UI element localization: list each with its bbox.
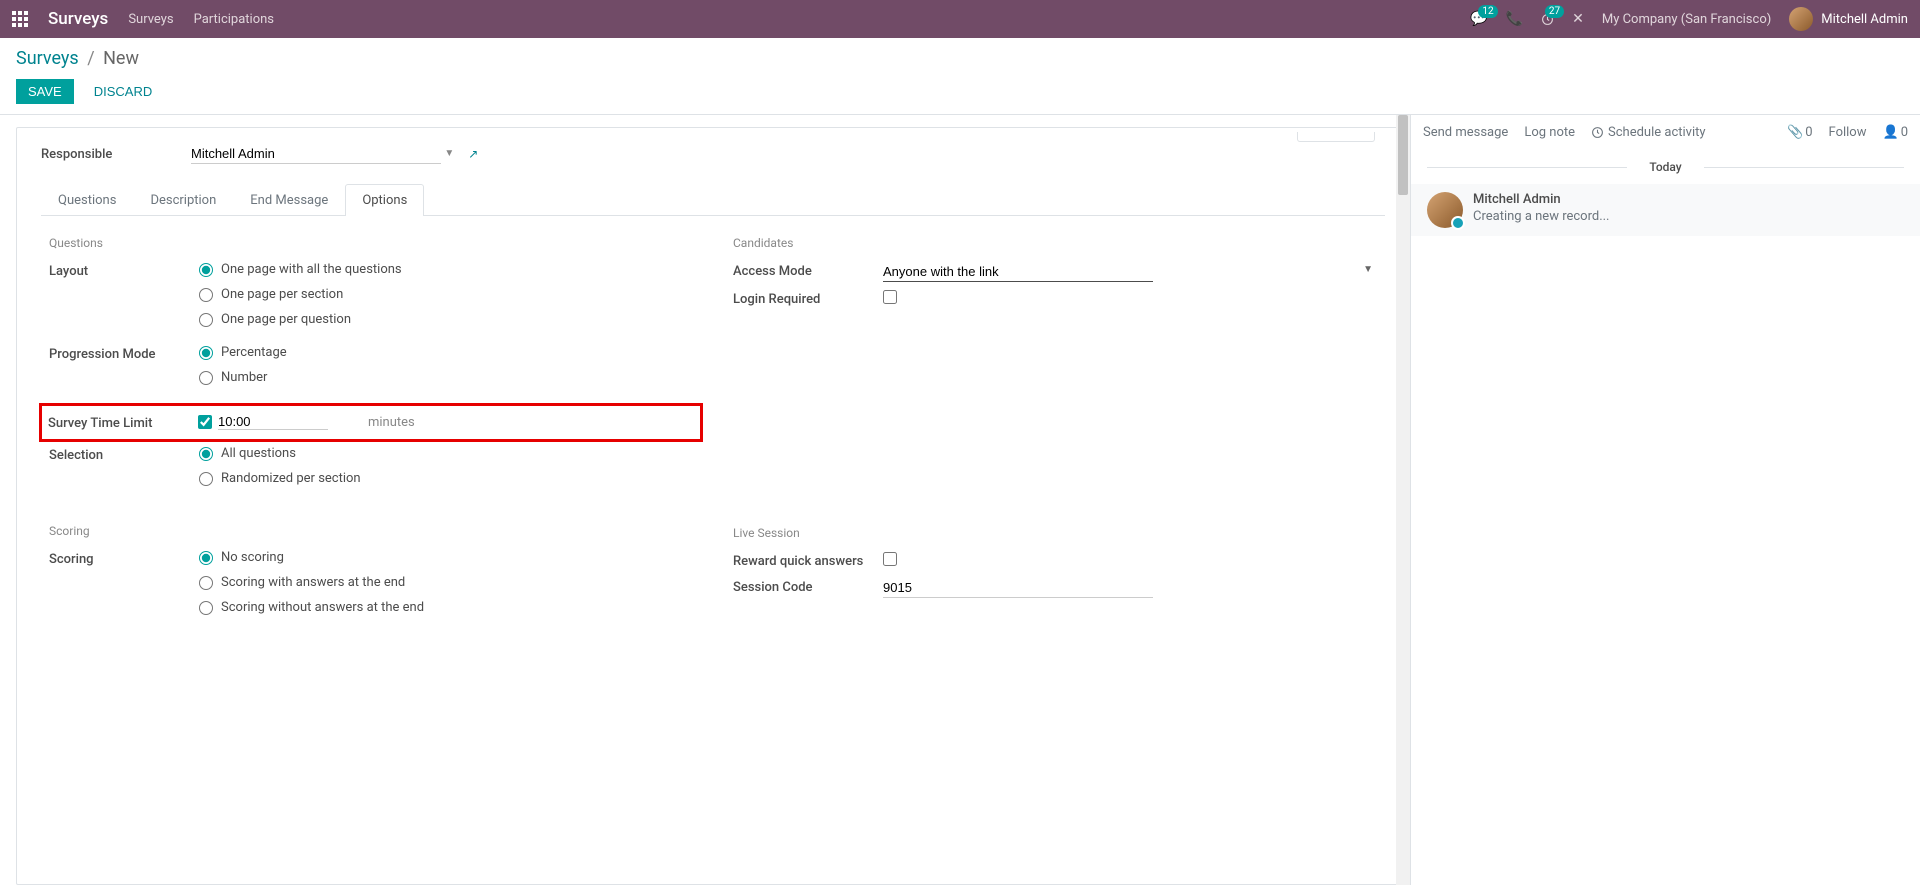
breadcrumb-root[interactable]: Surveys bbox=[16, 48, 79, 69]
access-mode-label: Access Mode bbox=[733, 262, 883, 279]
activities-icon[interactable]: 27 bbox=[1541, 11, 1554, 27]
send-message-button[interactable]: Send message bbox=[1423, 125, 1508, 140]
selection-label: Selection bbox=[49, 446, 199, 463]
attachments-count[interactable]: 📎0 bbox=[1787, 125, 1813, 140]
app-brand[interactable]: Surveys bbox=[48, 9, 108, 29]
user-avatar bbox=[1789, 7, 1813, 31]
image-placeholder bbox=[1297, 132, 1375, 142]
progression-option-1[interactable]: Number bbox=[199, 370, 693, 385]
progression-label: Progression Mode bbox=[49, 345, 199, 362]
responsible-field[interactable] bbox=[191, 144, 441, 164]
discard-button[interactable]: DISCARD bbox=[82, 79, 165, 104]
chevron-down-icon[interactable]: ▼ bbox=[1363, 264, 1373, 275]
external-link-icon[interactable]: ↗ bbox=[468, 147, 478, 161]
time-limit-unit: minutes bbox=[368, 415, 415, 430]
control-panel: Surveys / New SAVE DISCARD bbox=[0, 38, 1920, 115]
scrollbar[interactable] bbox=[1396, 115, 1410, 885]
company-switcher[interactable]: My Company (San Francisco) bbox=[1602, 12, 1771, 27]
login-required-label: Login Required bbox=[733, 290, 883, 307]
log-note-button[interactable]: Log note bbox=[1524, 125, 1575, 140]
messages-badge: 12 bbox=[1478, 5, 1497, 18]
layout-option-1[interactable]: One page per section bbox=[199, 287, 693, 302]
session-code-label: Session Code bbox=[733, 578, 883, 595]
messages-icon[interactable]: 💬12 bbox=[1470, 11, 1487, 27]
chatter-message: Mitchell Admin Creating a new record... bbox=[1411, 184, 1920, 236]
layout-option-2[interactable]: One page per question bbox=[199, 312, 693, 327]
message-author: Mitchell Admin bbox=[1473, 192, 1610, 207]
responsible-label: Responsible bbox=[41, 147, 191, 162]
form-tabs: Questions Description End Message Option… bbox=[41, 184, 1385, 216]
scoring-option-1[interactable]: Scoring with answers at the end bbox=[199, 575, 693, 590]
top-navbar: Surveys Surveys Participations 💬12 📞 27 … bbox=[0, 0, 1920, 38]
tab-description[interactable]: Description bbox=[133, 184, 233, 216]
time-limit-checkbox[interactable] bbox=[198, 415, 212, 429]
time-limit-input[interactable] bbox=[218, 414, 328, 430]
section-scoring-title: Scoring bbox=[49, 524, 693, 538]
user-menu[interactable]: Mitchell Admin bbox=[1789, 7, 1908, 31]
tab-options[interactable]: Options bbox=[345, 184, 424, 216]
layout-label: Layout bbox=[49, 262, 199, 279]
selection-option-1[interactable]: Randomized per section bbox=[199, 471, 693, 486]
save-button[interactable]: SAVE bbox=[16, 79, 74, 104]
chatter-panel: Send message Log note Schedule activity … bbox=[1410, 115, 1920, 885]
tab-questions[interactable]: Questions bbox=[41, 184, 133, 216]
activities-badge: 27 bbox=[1545, 5, 1564, 18]
section-candidates-title: Candidates bbox=[733, 236, 1377, 250]
progression-option-0[interactable]: Percentage bbox=[199, 345, 693, 360]
session-code-input[interactable] bbox=[883, 578, 1153, 598]
nav-participations[interactable]: Participations bbox=[194, 12, 274, 27]
reward-label: Reward quick answers bbox=[733, 552, 883, 569]
user-name: Mitchell Admin bbox=[1821, 12, 1908, 27]
chatter-date-separator: Today bbox=[1427, 160, 1904, 174]
breadcrumb: Surveys / New bbox=[16, 48, 1904, 69]
chevron-down-icon[interactable]: ▼ bbox=[444, 148, 454, 159]
selection-option-0[interactable]: All questions bbox=[199, 446, 693, 461]
presence-badge-icon bbox=[1451, 216, 1465, 230]
message-avatar bbox=[1427, 192, 1463, 228]
scoring-label: Scoring bbox=[49, 550, 199, 567]
layout-option-0[interactable]: One page with all the questions bbox=[199, 262, 693, 277]
scoring-option-2[interactable]: Scoring without answers at the end bbox=[199, 600, 693, 615]
schedule-activity-button[interactable]: Schedule activity bbox=[1591, 125, 1706, 140]
close-icon[interactable]: ✕ bbox=[1572, 11, 1584, 27]
login-required-checkbox[interactable] bbox=[883, 290, 897, 304]
tab-end-message[interactable]: End Message bbox=[233, 184, 345, 216]
message-body: Creating a new record... bbox=[1473, 209, 1610, 224]
scrollbar-thumb[interactable] bbox=[1398, 115, 1408, 195]
nav-surveys[interactable]: Surveys bbox=[128, 12, 173, 27]
section-live-session-title: Live Session bbox=[733, 526, 1377, 540]
time-limit-highlight: Survey Time Limit minutes bbox=[39, 403, 703, 442]
breadcrumb-current: New bbox=[103, 48, 139, 69]
phone-icon[interactable]: 📞 bbox=[1506, 11, 1523, 27]
scoring-option-0[interactable]: No scoring bbox=[199, 550, 693, 565]
followers-count[interactable]: 👤0 bbox=[1883, 125, 1909, 140]
apps-icon[interactable] bbox=[12, 11, 28, 27]
reward-checkbox[interactable] bbox=[883, 552, 897, 566]
follow-button[interactable]: Follow bbox=[1829, 125, 1867, 140]
access-mode-select[interactable] bbox=[883, 262, 1153, 282]
time-limit-label: Survey Time Limit bbox=[48, 414, 198, 431]
form-area: Responsible ▼ ↗ Questions Description En… bbox=[0, 115, 1410, 885]
section-questions-title: Questions bbox=[49, 236, 693, 250]
